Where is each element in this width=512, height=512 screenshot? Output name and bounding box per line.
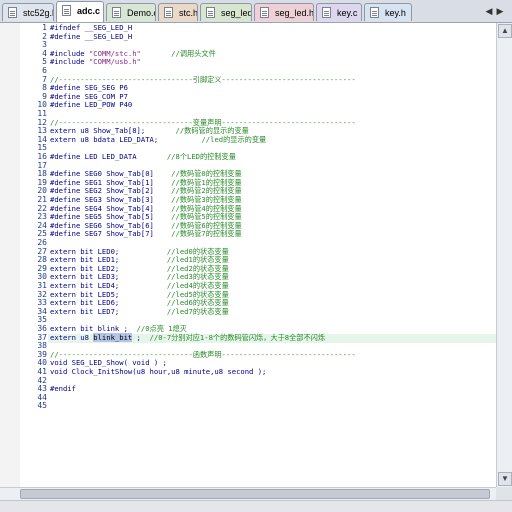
tab-seg-led-c[interactable]: seg_led.c	[200, 3, 252, 21]
file-icon	[322, 7, 331, 18]
code-token: #define SEG7 Show_Tab[7]	[50, 229, 154, 239]
code-comment: //8个LED的控制变量	[136, 152, 236, 161]
scroll-down-icon[interactable]: ▼	[498, 472, 512, 486]
scroll-up-icon[interactable]: ▲	[498, 24, 512, 38]
code-comment: //0-7分别对应1-8个的数码管闪烁，大于8全部不闪烁	[140, 332, 326, 342]
code-comment: //led的显示的变量	[158, 134, 267, 144]
code-comment: //led7的状态变量	[119, 306, 229, 316]
code-token: "COMM/usb.h"	[88, 57, 141, 67]
code-line[interactable]: void Clock_InitShow(u8 hour,u8 minute,u8…	[50, 367, 267, 377]
tab-label: stc52g.h	[23, 8, 54, 18]
code-line[interactable]: #define __SEG_LED_H	[50, 31, 133, 42]
code-line[interactable]: extern bit LED7; //led7的状态变量	[50, 306, 229, 317]
tab-demo-c[interactable]: Demo.c	[106, 3, 156, 21]
code-line[interactable]: extern u8 bdata LED_DATA; //led的显示的变量	[50, 134, 267, 145]
file-icon	[8, 7, 17, 18]
tab-adc-c[interactable]: adc.c	[56, 1, 104, 22]
horizontal-scroll-thumb[interactable]	[20, 489, 490, 499]
tab-label: key.c	[337, 8, 358, 18]
tab-label: adc.c	[77, 6, 101, 16]
vertical-scrollbar[interactable]: ▲ ▼	[496, 23, 512, 487]
file-icon	[206, 7, 215, 18]
code-comment: //调用头文件	[140, 48, 216, 58]
selected-text: blink_bit	[93, 332, 133, 342]
tab-seg-led-h[interactable]: seg_led.h*	[254, 3, 314, 21]
code-editor[interactable]: 1 2 3 4 5 6 7 8 9 10 11 12 13 14 15 16 17 18 19 20 21 22 23 24 2…	[0, 23, 496, 487]
file-icon	[370, 7, 379, 18]
tab-label: seg_led.c	[221, 8, 251, 18]
code-line[interactable]: #define LED LED_DATA //8个LED的控制变量	[50, 152, 236, 162]
tab-stc-h[interactable]: stc.h	[158, 3, 198, 21]
code-area[interactable]: #ifndef __SEG_LED_H #define __SEG_LED_H #i…	[48, 23, 496, 487]
code-token: #define __SEG_LED_H	[50, 31, 133, 41]
code-token: extern u8	[50, 332, 94, 342]
file-icon	[164, 7, 173, 18]
tab-stc52g-h[interactable]: stc52g.h	[2, 3, 54, 21]
code-line[interactable]: #endif	[50, 384, 76, 394]
code-line[interactable]: extern u8 blink_bit ; //0-7分别对应1-8个的数码管闪…	[50, 332, 326, 343]
code-token: #include	[50, 57, 89, 67]
tab-bar: ◀ ▶ stc52g.hadc.cDemo.cstc.hseg_led.cseg…	[0, 0, 512, 23]
code-line[interactable]: #define LED_POW P40	[50, 101, 132, 110]
tab-label: Demo.c	[127, 8, 156, 18]
line-number-gutter: 1 2 3 4 5 6 7 8 9 10 11 12 13 14 15 16 17 18 19 20 21 22 23 24 2…	[20, 23, 48, 487]
fold-margin	[0, 23, 21, 487]
status-bar	[0, 500, 512, 512]
horizontal-scrollbar[interactable]	[0, 487, 496, 501]
code-token: #define LED_POW P40	[50, 100, 133, 110]
tab-scroll-right-icon[interactable]: ▶	[494, 5, 506, 17]
file-icon	[62, 5, 71, 16]
tab-key-h[interactable]: key.h	[364, 3, 412, 21]
file-icon	[112, 7, 121, 18]
code-token: extern u8 bdata LED_DATA;	[50, 134, 159, 144]
code-comment: //数码管7的控制变量	[153, 229, 242, 239]
code-token: void Clock_InitShow(u8 hour,u8 minute,u8…	[50, 367, 267, 376]
tab-label: seg_led.h*	[275, 8, 314, 18]
code-line[interactable]: #include "COMM/usb.h"	[50, 58, 141, 67]
code-token: extern bit LED7;	[50, 306, 120, 316]
scrollbar-corner	[496, 487, 512, 500]
tab-label: key.h	[385, 8, 406, 18]
tab-label: stc.h	[179, 8, 198, 18]
code-line[interactable]: #define SEG7 Show_Tab[7] //数码管7的控制变量	[50, 230, 242, 239]
line-number: 45	[37, 401, 47, 411]
tab-key-c[interactable]: key.c	[316, 3, 362, 21]
file-icon	[260, 7, 269, 18]
code-token: #define LED LED_DATA	[50, 152, 137, 161]
code-token: #endif	[50, 384, 76, 394]
code-token: ;	[132, 332, 141, 342]
